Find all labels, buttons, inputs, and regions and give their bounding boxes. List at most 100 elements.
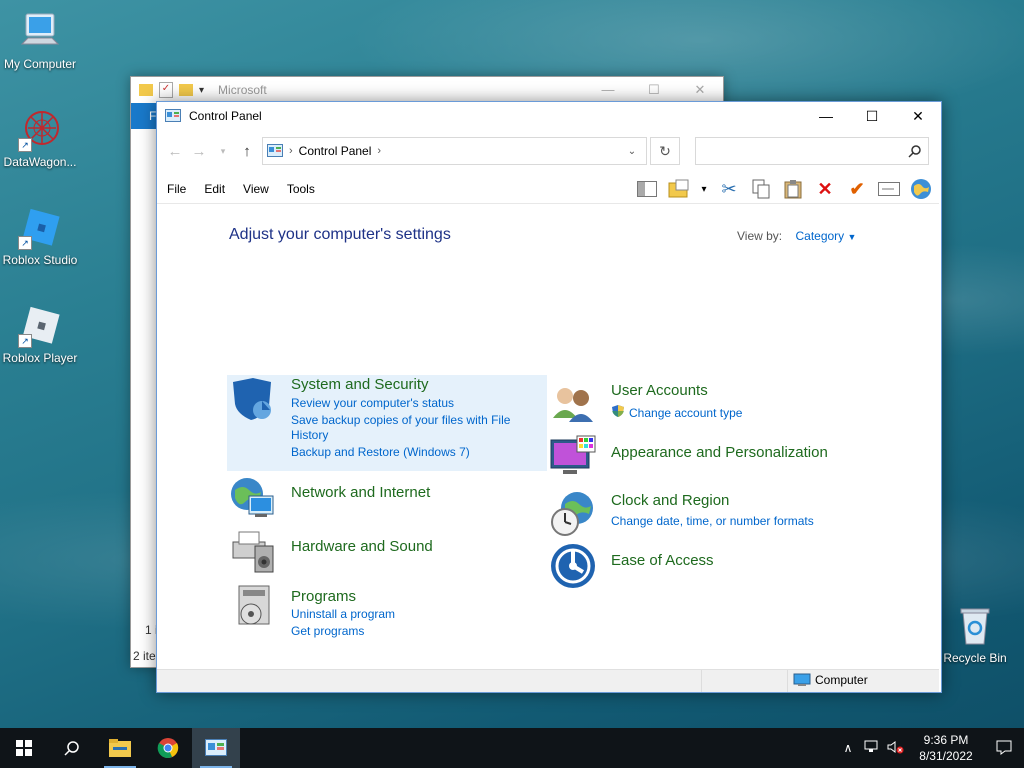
desktop-icon-label: Roblox Player — [2, 351, 78, 365]
title-bar[interactable]: Control Panel — ☐ ✕ — [157, 102, 941, 130]
ribbon-file-tab[interactable]: F — [131, 103, 157, 129]
desktop-icon-datawagon[interactable]: ↗ DataWagon... — [0, 108, 80, 169]
desktop-icon-roblox-studio[interactable]: ↗ Roblox Studio — [0, 206, 80, 267]
system-tray: ∧ 9:36 PM 8/31/2022 — [836, 728, 1024, 768]
forward-arrow-icon[interactable]: → — [187, 143, 211, 160]
address-bar[interactable]: › Control Panel › ⌄ — [262, 137, 647, 165]
shortcut-arrow-icon: ↗ — [18, 138, 32, 152]
close-button[interactable]: ✕ — [895, 102, 941, 130]
maximize-button[interactable]: ☐ — [631, 82, 677, 98]
control-panel-icon — [267, 144, 283, 157]
category-title[interactable]: Clock and Region — [611, 492, 729, 509]
ease-of-access-icon — [551, 544, 595, 588]
delete-icon[interactable]: ✕ — [813, 177, 837, 201]
windows-logo-icon — [16, 740, 32, 756]
control-panel-icon — [165, 109, 181, 122]
preview-pane-icon[interactable] — [635, 177, 659, 201]
desktop-icon-label: Recycle Bin — [943, 651, 1007, 665]
search-icon — [64, 741, 79, 756]
category-title[interactable]: Appearance and Personalization — [611, 444, 828, 461]
window-title: Microsoft — [218, 83, 267, 97]
taskbar: ∧ 9:36 PM 8/31/2022 — [0, 728, 1024, 768]
view-by-label: View by: — [737, 229, 783, 243]
cut-icon[interactable]: ✂ — [717, 177, 741, 201]
search-icon[interactable] — [908, 144, 922, 158]
properties-check-icon[interactable]: ✔ — [845, 177, 869, 201]
control-panel-icon — [205, 739, 227, 756]
monitor-palette-icon — [550, 435, 596, 474]
menu-file[interactable]: File — [157, 182, 194, 196]
status-computer-label: Computer — [815, 673, 868, 687]
toolbar: ▾ ✂ ✕ ✔ — [635, 177, 939, 201]
content-area: Adjust your computer's settings View by:… — [157, 204, 939, 670]
link-change-date-formats[interactable]: Change date, time, or number formats — [611, 514, 814, 528]
up-arrow-icon[interactable]: ↑ — [235, 143, 259, 160]
category-title[interactable]: Network and Internet — [291, 484, 430, 501]
page-heading: Adjust your computer's settings — [229, 226, 451, 243]
desktop-icon-recycle-bin[interactable]: Recycle Bin — [935, 604, 1015, 665]
back-arrow-icon[interactable]: ← — [163, 143, 187, 160]
category-title[interactable]: System and Security — [291, 376, 429, 393]
link-review-status[interactable]: Review your computer's status — [291, 396, 454, 410]
category-title[interactable]: Hardware and Sound — [291, 538, 433, 555]
recent-locations-chevron-icon[interactable]: ▾ — [211, 146, 235, 157]
link-backup-restore[interactable]: Backup and Restore (Windows 7) — [291, 445, 470, 459]
close-button[interactable]: ✕ — [677, 82, 723, 98]
minimize-button[interactable]: — — [803, 102, 849, 130]
rename-icon[interactable] — [877, 177, 901, 201]
maximize-button[interactable]: ☐ — [849, 102, 895, 130]
breadcrumb-control-panel[interactable]: Control Panel — [299, 144, 372, 158]
chevron-up-icon[interactable]: ∧ — [836, 741, 860, 755]
search-button[interactable] — [48, 728, 96, 768]
desktop-icon-roblox-player[interactable]: ↗ Roblox Player — [0, 304, 80, 365]
link-file-history[interactable]: History — [291, 428, 328, 442]
chevron-right-icon[interactable]: › — [289, 145, 293, 157]
globe-icon[interactable] — [909, 177, 933, 201]
folder-icon — [139, 84, 153, 96]
link-change-account-type[interactable]: Change account type — [629, 406, 742, 420]
shortcut-arrow-icon: ↗ — [18, 236, 32, 250]
menu-tools[interactable]: Tools — [277, 182, 323, 196]
roblox-player-icon: ↗ — [18, 304, 62, 348]
clock-time: 9:36 PM — [923, 733, 969, 747]
folder-options-icon[interactable] — [667, 177, 691, 201]
category-title[interactable]: User Accounts — [611, 382, 708, 399]
refresh-button[interactable]: ↻ — [650, 137, 680, 165]
view-by-dropdown[interactable]: Category ▼ — [795, 229, 856, 243]
link-get-programs[interactable]: Get programs — [291, 624, 364, 638]
search-box[interactable] — [695, 137, 929, 165]
speaker-muted-icon[interactable] — [884, 740, 908, 757]
chevron-down-icon[interactable]: ▾ — [699, 177, 709, 201]
taskbar-control-panel[interactable] — [192, 728, 240, 768]
link-uninstall-program[interactable]: Uninstall a program — [291, 607, 395, 621]
desktop-icon-label: Roblox Studio — [2, 253, 78, 267]
chevron-right-icon[interactable]: › — [377, 145, 381, 157]
minimize-button[interactable]: — — [585, 82, 631, 98]
network-icon[interactable] — [860, 740, 884, 757]
chevron-down-icon[interactable]: ⌄ — [618, 146, 646, 157]
menu-edit[interactable]: Edit — [194, 182, 233, 196]
link-save-backup[interactable]: Save backup copies of your files with Fi… — [291, 413, 510, 427]
status-divider — [701, 670, 702, 692]
search-input[interactable] — [700, 138, 904, 164]
paste-icon[interactable] — [781, 177, 805, 201]
network-globe-icon — [231, 478, 274, 517]
notifications-icon[interactable] — [984, 739, 1024, 758]
start-button[interactable] — [0, 728, 48, 768]
desktop-icon-my-computer[interactable]: My Computer — [0, 10, 80, 71]
clock[interactable]: 9:36 PM 8/31/2022 — [908, 732, 984, 764]
taskbar-file-explorer[interactable] — [96, 728, 144, 768]
category-title[interactable]: Programs — [291, 588, 356, 605]
menu-view[interactable]: View — [233, 182, 277, 196]
programs-disc-icon — [238, 585, 270, 625]
control-panel-window[interactable]: Control Panel — ☐ ✕ ← → ▾ ↑ › Control Pa… — [156, 101, 942, 693]
chevron-down-icon[interactable]: ▾ — [199, 85, 204, 96]
folder-icon — [109, 739, 131, 757]
clock-globe-icon — [551, 492, 593, 536]
copy-icon[interactable] — [749, 177, 773, 201]
status-bar: Computer — [157, 669, 939, 692]
taskbar-chrome[interactable] — [144, 728, 192, 768]
category-title[interactable]: Ease of Access — [611, 552, 714, 569]
computer-icon — [18, 10, 62, 54]
chrome-icon — [157, 738, 179, 758]
